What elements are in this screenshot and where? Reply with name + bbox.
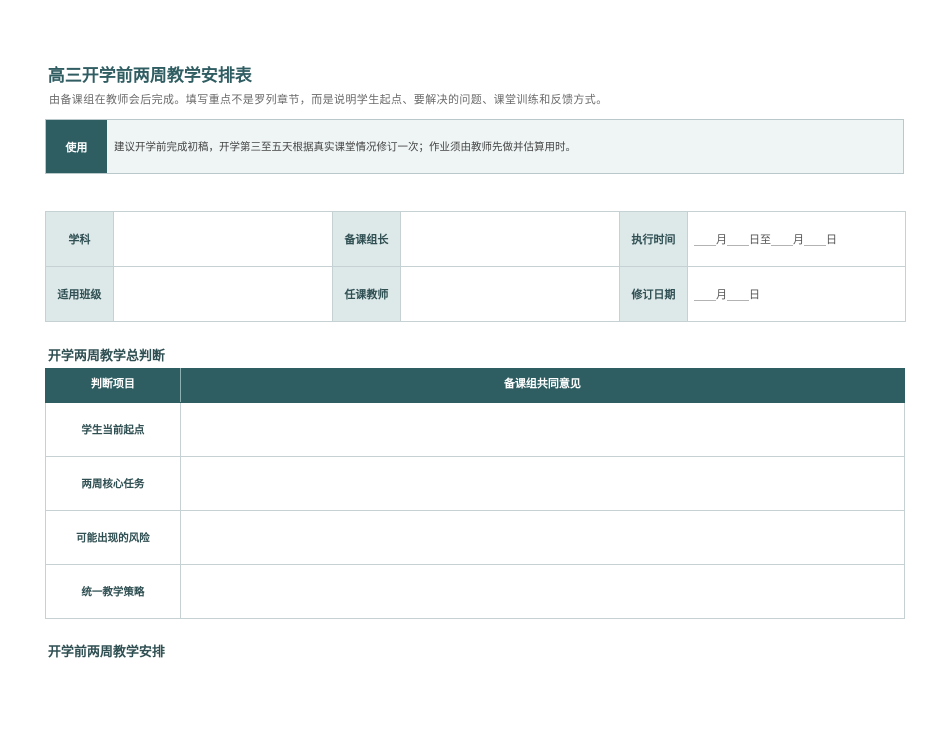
execution-time-field[interactable]: ____月____日至____月____日: [687, 211, 906, 267]
notice-tag: 使用: [46, 120, 107, 173]
usage-notice: 使用 建议开学前完成初稿，开学第三至五天根据真实课堂情况修订一次；作业须由教师先…: [45, 119, 904, 174]
table-row: 两周核心任务: [45, 456, 905, 511]
page-title: 高三开学前两周教学安排表: [48, 66, 252, 86]
opinion-field[interactable]: [180, 402, 905, 457]
judgement-item: 可能出现的风险: [45, 510, 181, 565]
info-row: 学科 备课组长 执行时间 ____月____日至____月____日: [45, 211, 906, 267]
judgement-table: 判断项目 备课组共同意见 学生当前起点 两周核心任务 可能出现的风险 统一教学策…: [45, 368, 905, 619]
execution-time-label: 执行时间: [619, 211, 688, 267]
column-header-opinion: 备课组共同意见: [180, 368, 905, 403]
info-row: 适用班级 任课教师 修订日期 ____月____日: [45, 266, 906, 322]
table-row: 可能出现的风险: [45, 510, 905, 565]
classes-label: 适用班级: [45, 266, 114, 322]
notice-text: 建议开学前完成初稿，开学第三至五天根据真实课堂情况修订一次；作业须由教师先做并估…: [114, 141, 576, 153]
judgement-section-title: 开学两周教学总判断: [48, 349, 166, 364]
schedule-section-title: 开学前两周教学安排: [48, 645, 166, 660]
subject-label: 学科: [45, 211, 114, 267]
info-table: 学科 备课组长 执行时间 ____月____日至____月____日 适用班级 …: [45, 211, 906, 322]
classes-field[interactable]: [113, 266, 333, 322]
column-header-item: 判断项目: [45, 368, 181, 403]
table-row: 统一教学策略: [45, 564, 905, 619]
judgement-header-row: 判断项目 备课组共同意见: [45, 368, 905, 403]
teacher-label: 任课教师: [332, 266, 401, 322]
judgement-item: 两周核心任务: [45, 456, 181, 511]
revision-date-field[interactable]: ____月____日: [687, 266, 906, 322]
opinion-field[interactable]: [180, 510, 905, 565]
page-subtitle: 由备课组在教师会后完成。填写重点不是罗列章节，而是说明学生起点、要解决的问题、课…: [49, 93, 608, 106]
revision-date-label: 修订日期: [619, 266, 688, 322]
group-leader-field[interactable]: [400, 211, 620, 267]
judgement-item: 学生当前起点: [45, 402, 181, 457]
group-leader-label: 备课组长: [332, 211, 401, 267]
judgement-item: 统一教学策略: [45, 564, 181, 619]
subject-field[interactable]: [113, 211, 333, 267]
opinion-field[interactable]: [180, 564, 905, 619]
opinion-field[interactable]: [180, 456, 905, 511]
table-row: 学生当前起点: [45, 402, 905, 457]
teacher-field[interactable]: [400, 266, 620, 322]
